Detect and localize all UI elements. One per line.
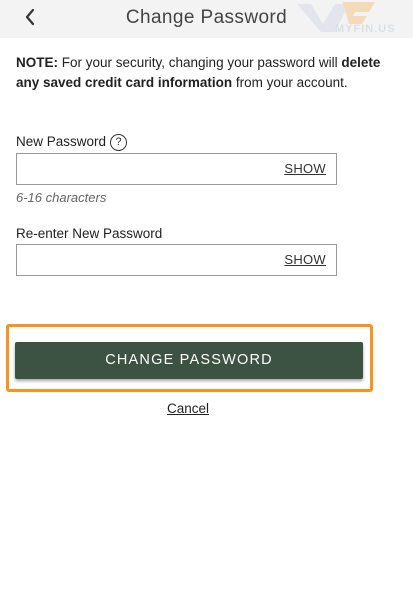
cancel-link[interactable]: Cancel	[0, 401, 376, 416]
reenter-password-input[interactable]	[17, 245, 277, 275]
change-password-button[interactable]: CHANGE PASSWORD	[15, 342, 363, 379]
new-password-input[interactable]	[17, 154, 277, 184]
reenter-password-field-box: SHOW	[16, 244, 337, 276]
question-circle-icon[interactable]: ?	[110, 134, 128, 151]
header-bar: Change Password MYFIN.US	[0, 0, 413, 38]
reenter-password-label: Re-enter New Password	[16, 226, 163, 241]
note-text-1: For your security, changing your passwor…	[58, 55, 342, 70]
show-reenter-password-link[interactable]: SHOW	[284, 252, 326, 267]
watermark-text: MYFIN.US	[335, 23, 396, 35]
security-note: NOTE: For your security, changing your p…	[16, 53, 396, 93]
show-new-password-link[interactable]: SHOW	[284, 161, 326, 176]
new-password-label-text: New Password	[16, 134, 107, 149]
change-password-screen: Change Password MYFIN.US NOTE: For your …	[0, 0, 413, 600]
note-text-2: from your account.	[232, 75, 348, 90]
watermark-logo: MYFIN.US	[283, 0, 413, 40]
new-password-label: New Password?	[16, 134, 128, 151]
note-prefix: NOTE:	[16, 55, 58, 70]
password-length-hint: 6-16 characters	[16, 190, 107, 205]
new-password-field-box: SHOW	[16, 153, 337, 185]
